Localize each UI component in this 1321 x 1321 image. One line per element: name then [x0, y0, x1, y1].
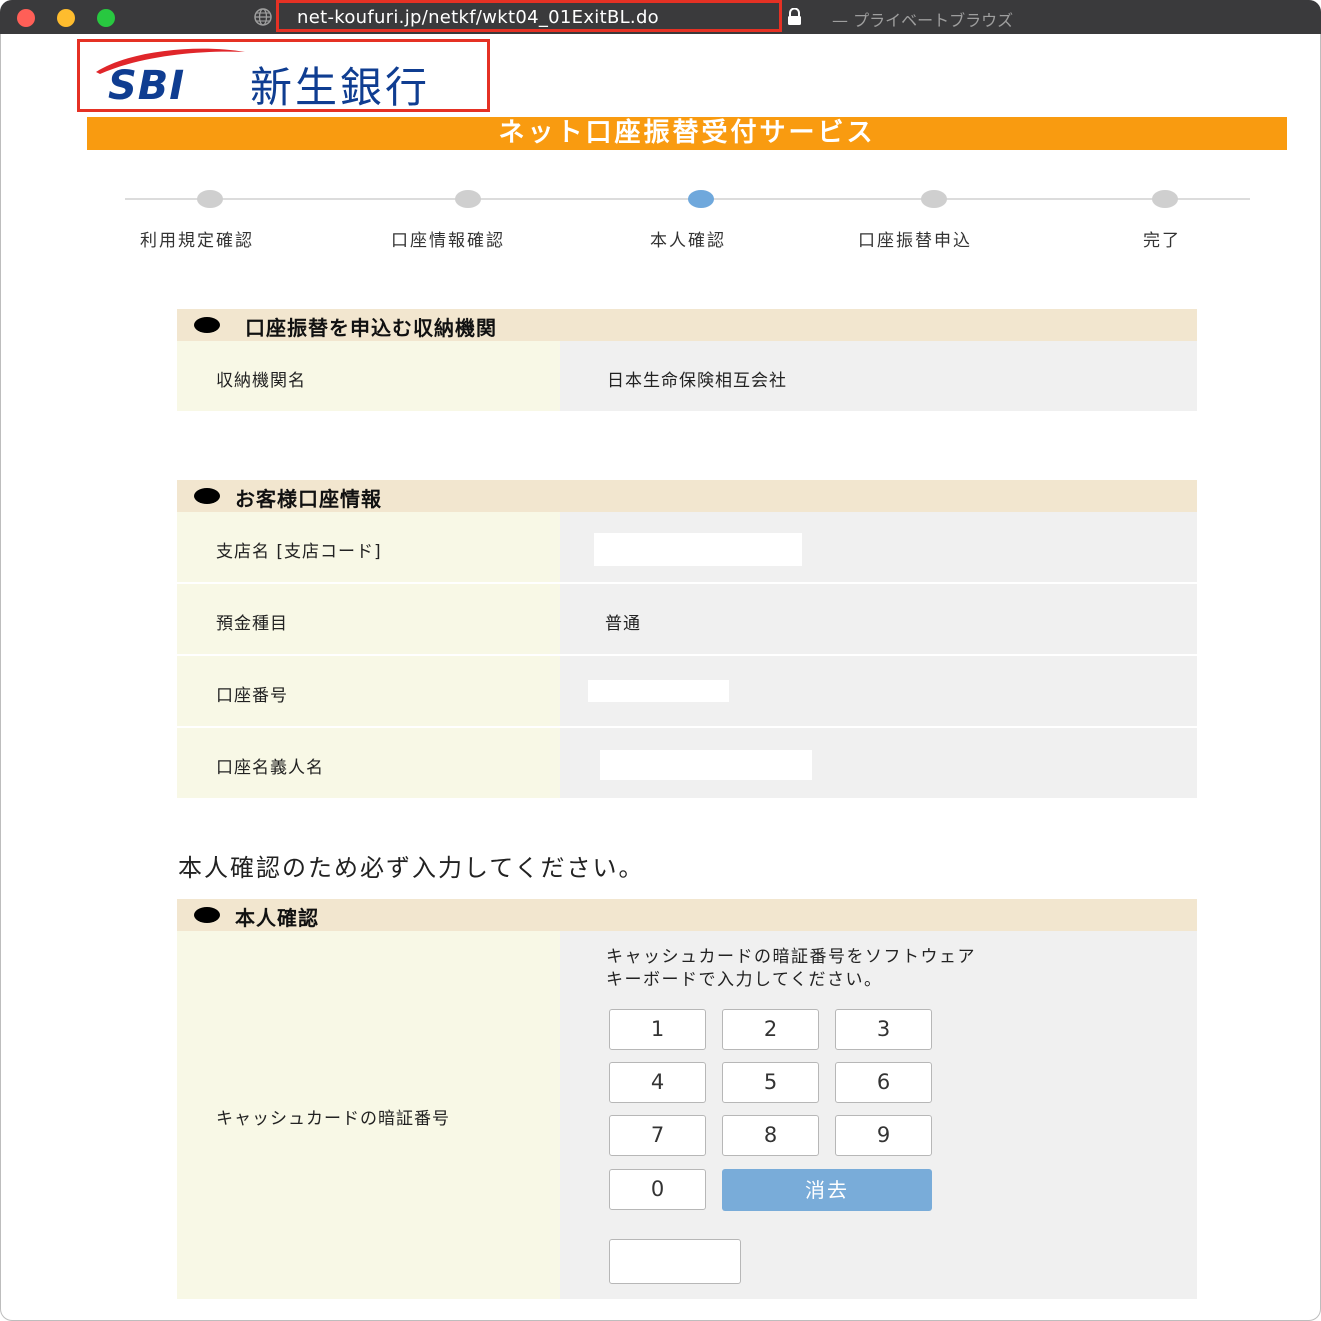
deposit-type-label-cell: 預金種目 [177, 584, 560, 654]
institution-label: 収納機関名 [216, 371, 306, 391]
keypad-key-8[interactable]: 8 [722, 1115, 819, 1156]
keypad-key-3[interactable]: 3 [835, 1009, 932, 1050]
step-label-application: 口座振替申込 [858, 231, 972, 251]
step-label-account-info: 口座情報確認 [391, 231, 505, 251]
step-label-complete: 完了 [1143, 231, 1181, 251]
account-holder-label-cell: 口座名義人名 [177, 728, 560, 798]
deposit-type-value-cell: 普通 [560, 584, 1197, 654]
institution-section-title: 口座振替を申込む収納機関 [245, 316, 497, 340]
bank-logo[interactable]: SBI 新生銀行 [77, 39, 490, 112]
account-number-label: 口座番号 [216, 686, 288, 706]
step-2-dot [455, 190, 481, 208]
keypad-key-1[interactable]: 1 [609, 1009, 706, 1050]
step-4-dot [921, 190, 947, 208]
keypad-instruction-line-2: キーボードで入力してください。 [606, 970, 883, 990]
account-number-redacted [588, 680, 729, 702]
private-browsing-label: — プライベートブラウズ [832, 11, 1014, 30]
service-title-banner: ネット口座振替受付サービス [87, 117, 1287, 150]
globe-icon [254, 8, 272, 26]
institution-value: 日本生命保険相互会社 [607, 371, 787, 391]
keypad-key-5[interactable]: 5 [722, 1062, 819, 1103]
institution-label-cell: 収納機関名 [177, 341, 560, 411]
branch-value-redacted [594, 533, 802, 566]
step-3-dot-active [688, 190, 714, 208]
lock-icon [788, 8, 801, 25]
url-text: net-koufuri.jp/netkf/wkt04_01ExitBL.do [297, 7, 659, 28]
bullet-icon [194, 317, 220, 333]
minimize-window-button[interactable] [57, 9, 75, 27]
account-section-header: お客様口座情報 [177, 480, 1197, 512]
step-label-identity: 本人確認 [650, 231, 726, 251]
bullet-icon [194, 907, 220, 923]
account-holder-redacted [600, 750, 812, 780]
close-window-button[interactable] [17, 9, 35, 27]
identity-instruction: 本人確認のため必ず入力してください。 [178, 854, 645, 882]
step-5-dot [1152, 190, 1178, 208]
institution-section-header: 口座振替を申込む収納機関 [177, 309, 1197, 341]
branch-label-cell: 支店名 [支店コード] [177, 512, 560, 582]
address-bar[interactable]: net-koufuri.jp/netkf/wkt04_01ExitBL.do [276, 0, 782, 32]
zoom-window-button[interactable] [97, 9, 115, 27]
browser-window: net-koufuri.jp/netkf/wkt04_01ExitBL.do —… [0, 0, 1321, 1321]
browser-titlebar: net-koufuri.jp/netkf/wkt04_01ExitBL.do —… [0, 0, 1321, 34]
account-holder-label: 口座名義人名 [216, 758, 324, 778]
branch-value-cell [560, 512, 1197, 582]
account-number-value-cell [560, 656, 1197, 726]
keypad-key-4[interactable]: 4 [609, 1062, 706, 1103]
deposit-type-label: 預金種目 [216, 614, 288, 634]
svg-text:SBI: SBI [108, 63, 185, 106]
keypad-instruction-line-1: キャッシュカードの暗証番号をソフトウェア [606, 947, 976, 967]
pin-display-field[interactable] [609, 1239, 741, 1284]
keypad-clear-button[interactable]: 消去 [722, 1169, 932, 1211]
pin-label-cell: キャッシュカードの暗証番号 [177, 931, 560, 1299]
keypad-key-9[interactable]: 9 [835, 1115, 932, 1156]
keypad-key-6[interactable]: 6 [835, 1062, 932, 1103]
keypad-key-2[interactable]: 2 [722, 1009, 819, 1050]
pin-label: キャッシュカードの暗証番号 [216, 1109, 450, 1129]
account-holder-value-cell [560, 728, 1197, 798]
bank-name-text: 新生銀行 [250, 63, 431, 112]
step-1-dot [197, 190, 223, 208]
institution-value-cell: 日本生命保険相互会社 [560, 341, 1197, 411]
keypad-key-7[interactable]: 7 [609, 1115, 706, 1156]
deposit-type-value: 普通 [605, 614, 641, 634]
keypad-instruction: キャッシュカードの暗証番号をソフトウェア キーボードで入力してください。 [606, 946, 1126, 992]
identity-section-header: 本人確認 [177, 899, 1197, 931]
account-number-label-cell: 口座番号 [177, 656, 560, 726]
identity-section-title: 本人確認 [235, 906, 319, 930]
sbi-logo-icon: SBI [96, 48, 245, 106]
account-section-title: お客様口座情報 [235, 487, 382, 511]
bullet-icon [194, 488, 220, 504]
keypad-key-0[interactable]: 0 [609, 1169, 706, 1210]
branch-label: 支店名 [支店コード] [216, 542, 382, 562]
step-label-terms: 利用規定確認 [140, 231, 254, 251]
